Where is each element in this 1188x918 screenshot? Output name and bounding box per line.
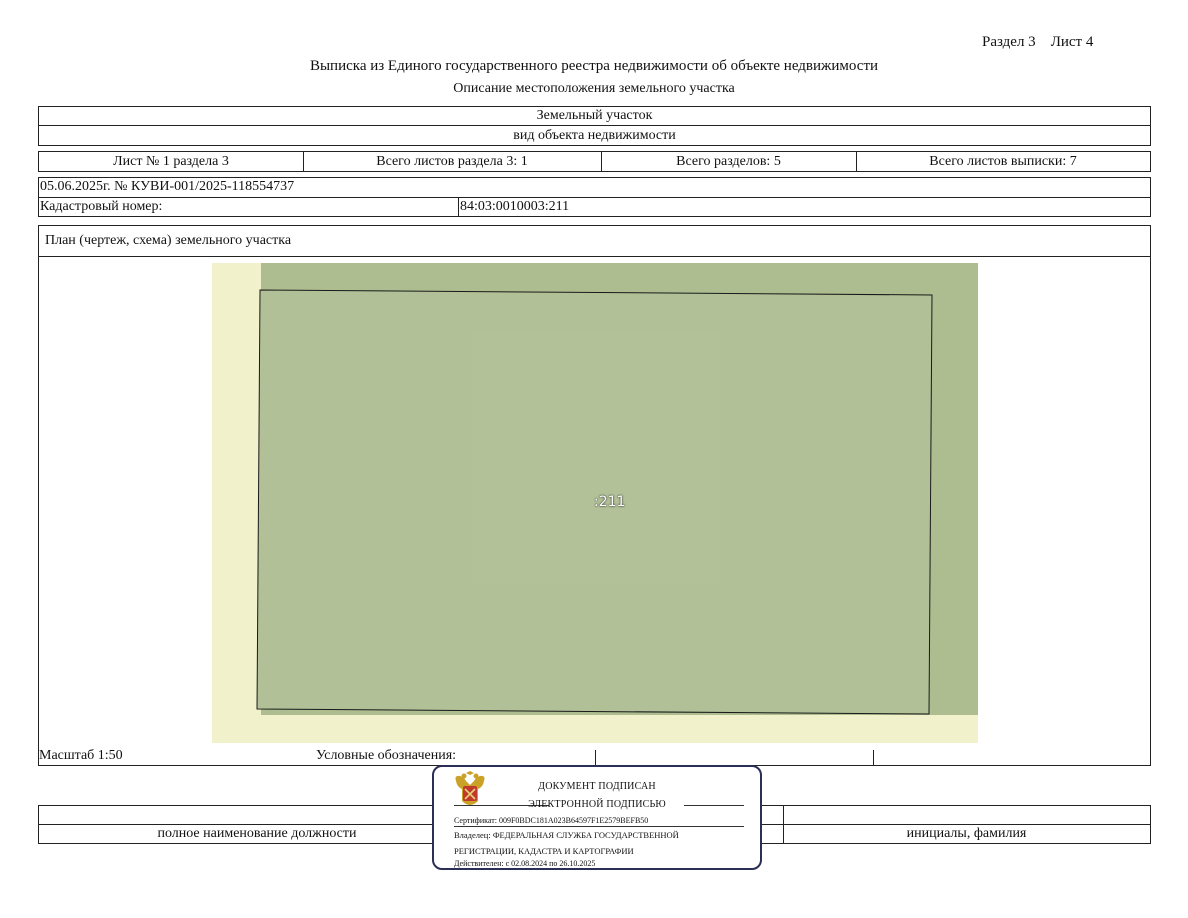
date-number: 05.06.2025г. № КУВИ-001/2025-118554737 [40,179,295,194]
cadastral-value: 84:03:0010003:211 [460,199,570,214]
sheet-counts-row: Лист № 1 раздела 3 Всего листов раздела … [38,151,1151,172]
section-sheet-label: Раздел 3 Лист 4 [982,34,1093,51]
record-table: 05.06.2025г. № КУВИ-001/2025-118554737 К… [38,177,1151,217]
section-sheets-total: Всего листов раздела 3: 1 [376,154,528,169]
scale: Масштаб 1:50 [39,748,123,763]
position-caption: полное наименование должности [157,826,357,841]
legend-row: Масштаб 1:50 Условные обозначения: [38,748,1151,766]
name-caption: инициалы, фамилия [906,826,1027,841]
stamp-owner-line-1: Владелец: ФЕДЕРАЛЬНАЯ СЛУЖБА ГОСУДАРСТВЕ… [454,830,679,840]
object-kind: Земельный участок [536,108,653,123]
stamp-certificate: Сертификат: 009F0BDC181A023B64597F1E2579… [454,816,649,825]
sections-total: Всего разделов: 5 [676,154,781,169]
parcel-label: :211 [594,494,626,510]
document-subtitle: Описание местоположения земельного участ… [453,81,735,96]
electronic-signature-stamp: ДОКУМЕНТ ПОДПИСАН ЭЛЕКТРОННОЙ ПОДПИСЬЮ С… [432,765,762,870]
plan-title: План (чертеж, схема) земельного участка [45,233,292,248]
section-label: Раздел 3 [982,34,1036,50]
sheet-number: Лист № 1 раздела 3 [113,154,229,169]
legend-label: Условные обозначения: [316,748,457,763]
sheet-label: Лист 4 [1050,34,1094,50]
document-title: Выписка из Единого государственного реес… [309,58,879,74]
stamp-line-1: ДОКУМЕНТ ПОДПИСАН [538,781,656,792]
object-kind-caption: вид объекта недвижимости [513,128,676,143]
stamp-validity: Действителен: с 02.08.2024 по 26.10.2025 [454,859,596,868]
stamp-owner-line-2: РЕГИСТРАЦИИ, КАДАСТРА И КАРТОГРАФИИ [454,846,634,856]
cadastral-label: Кадастровый номер: [40,199,163,214]
object-kind-table: Земельный участок вид объекта недвижимос… [38,106,1151,146]
extract-sheets-total: Всего листов выписки: 7 [929,154,1077,169]
parcel-label-halo [472,333,720,583]
